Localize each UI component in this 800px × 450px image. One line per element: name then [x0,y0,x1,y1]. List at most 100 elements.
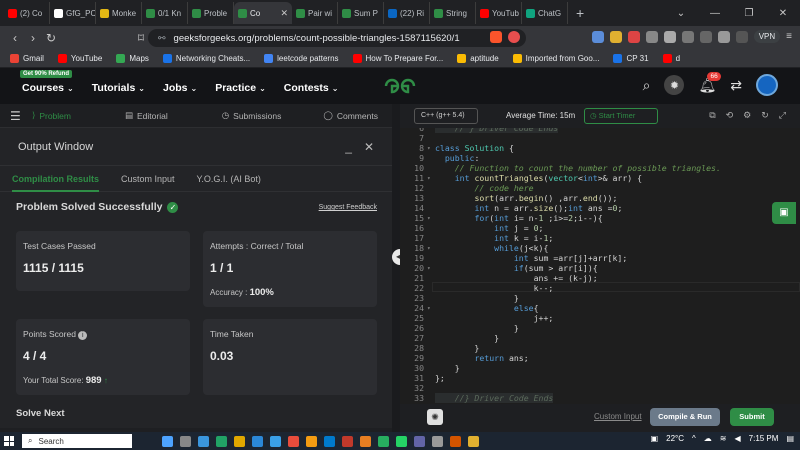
extension-icon[interactable] [609,30,622,43]
settings-icon[interactable] [432,435,443,447]
code-line[interactable]: //} Driver Code Ends [435,393,554,403]
tab-search-icon[interactable]: ⌄ [664,8,698,19]
browser-tab[interactable]: (22) Ri [384,2,430,24]
browser-tab[interactable]: ChatG [522,2,568,24]
brave-icon[interactable] [360,435,371,447]
browser-tab[interactable]: Pair wi [292,2,338,24]
chat-icon[interactable]: ▣ [772,202,796,224]
close-window-button[interactable]: ✕ [766,8,800,19]
code-line[interactable]: return ans; [435,353,528,363]
tab-submissions[interactable]: ◷ Submissions [222,110,282,121]
avatar[interactable] [756,74,778,96]
bookmark-item[interactable]: Networking Cheats... [162,54,250,63]
extension-icon[interactable] [645,30,658,43]
bookmark-item[interactable]: YouTube [57,54,102,63]
fold-icon[interactable]: ▾ [427,245,431,252]
media-icon[interactable] [681,30,694,43]
bookmark-item[interactable]: How To Prepare For... [352,54,443,63]
forward-icon[interactable]: › [24,31,42,45]
tab-comments[interactable]: ◯ Comments [323,110,378,121]
code-line[interactable]: while(j<k){ [435,243,548,253]
taskbar-search[interactable]: ⌕ Search [22,434,132,448]
folder-icon[interactable] [234,435,245,447]
lightbulb-icon[interactable]: ✺ [427,409,443,425]
bookmark-item[interactable]: d [662,54,680,63]
code-line[interactable]: } [435,333,499,343]
code-line[interactable]: ans += (k-j); [435,273,598,283]
refresh-icon[interactable]: ↻ [761,110,769,121]
code-editor[interactable]: 6 // } Driver Code Ends 7 8 ▾ class Solution… [400,128,800,404]
bookmark-item[interactable]: Maps [116,54,149,63]
tab-custom-input[interactable]: Custom Input [121,166,175,192]
app-icon[interactable] [450,435,461,447]
bookmark-item[interactable]: CP 31 [613,54,649,63]
tab-editorial[interactable]: ▤ Editorial [125,110,168,121]
suggest-feedback-link[interactable]: Suggest Feedback [319,204,377,211]
url-field[interactable]: ⚯ geeksforgeeks.org/problems/count-possi… [148,29,526,47]
code-line[interactable]: int sum =arr[j]+arr[k]; [435,253,627,263]
nav-jobs[interactable]: Jobs ⌄ [163,82,197,94]
code-line[interactable]: } [435,323,519,333]
compile-run-button[interactable]: Compile & Run [650,408,720,426]
notification-icon[interactable]: ▤ [786,434,794,443]
fullscreen-icon[interactable]: ⤢ [779,110,786,121]
code-line[interactable]: public: [435,153,480,163]
code-line[interactable]: for(int i= n-1 ;i>=2;i--){ [435,213,602,223]
minimize-output-icon[interactable]: _ [345,140,352,154]
tab-problem[interactable]: ⟩ Problem [32,110,71,121]
language-select[interactable]: C++ (g++ 5.4) [414,108,478,124]
code-line[interactable]: // code here [435,183,533,193]
new-tab-icon[interactable]: + [568,5,592,21]
menu-icon[interactable]: ≡ [786,31,792,42]
profile-icon[interactable] [717,30,730,43]
back-icon[interactable]: ‹ [6,31,24,45]
code-line[interactable]: } [435,343,479,353]
code-line[interactable]: } [435,293,519,303]
tab-compilation-results[interactable]: Compilation Results [12,166,100,192]
restore-button[interactable]: ❐ [732,8,766,19]
translate-icon[interactable]: ⇄ [730,77,742,94]
volume-icon[interactable]: ◀ [734,434,740,443]
bookmark-item[interactable]: leetcode patterns [264,54,339,63]
reload-icon[interactable]: ↻ [42,31,60,45]
chevron-up-icon[interactable]: ^ [692,434,696,443]
custom-input-link[interactable]: Custom Input [594,412,642,421]
chrome-icon[interactable] [306,435,317,447]
theme-toggle-icon[interactable]: ✹ [664,75,685,95]
nav-contests[interactable]: Contests ⌄ [284,82,339,94]
browser-tab[interactable]: (2) Co [4,2,50,24]
code-line[interactable]: int j = 0; [435,223,543,233]
close-icon[interactable]: ✕ [364,140,374,154]
info-icon[interactable]: i [78,331,88,340]
browser-tab[interactable]: Co ✕ [234,2,292,24]
search-icon[interactable]: ⌕ [643,77,651,94]
nav-courses[interactable]: Courses ⌄ [22,82,74,94]
browser-tab[interactable]: GfG_PC [50,2,96,24]
bookmark-item[interactable]: aptitude [457,54,499,63]
app-icon[interactable] [288,435,299,447]
close-tab-icon[interactable]: ✕ [280,8,288,19]
browser-tab[interactable]: 0/1 Kn [142,2,188,24]
site-info-icon[interactable]: ⚯ [158,33,166,44]
wallet-icon[interactable] [735,30,748,43]
browser-tab[interactable]: Sum P [338,2,384,24]
app-icon[interactable] [216,435,227,447]
browser-tab[interactable]: Proble [188,2,234,24]
widgets-icon[interactable] [162,435,173,447]
code-line[interactable]: class Solution { [435,143,514,153]
notification-bell-icon[interactable]: 🔔︎ 66 [698,71,721,94]
edge-icon[interactable] [198,435,209,447]
task-view-icon[interactable] [180,435,191,447]
code-line[interactable]: if(sum > arr[i]){ [435,263,598,273]
nav-tutorials[interactable]: Tutorials ⌄ [92,82,145,94]
panel-divider[interactable] [392,104,400,432]
nav-practice[interactable]: Practice ⌄ [215,82,266,94]
wifi-icon[interactable]: ≋ [720,434,727,443]
code-line[interactable]: int countTriangles(vector<int>& arr) { [435,173,642,183]
fold-icon[interactable]: ▾ [427,175,431,182]
menu-icon[interactable]: ☰ [10,109,24,123]
fold-icon[interactable]: ▾ [427,265,431,272]
puzzle-icon[interactable] [663,30,676,43]
weather-icon[interactable]: ▣ [651,434,659,443]
bookmark-item[interactable]: Gmail [10,54,44,63]
